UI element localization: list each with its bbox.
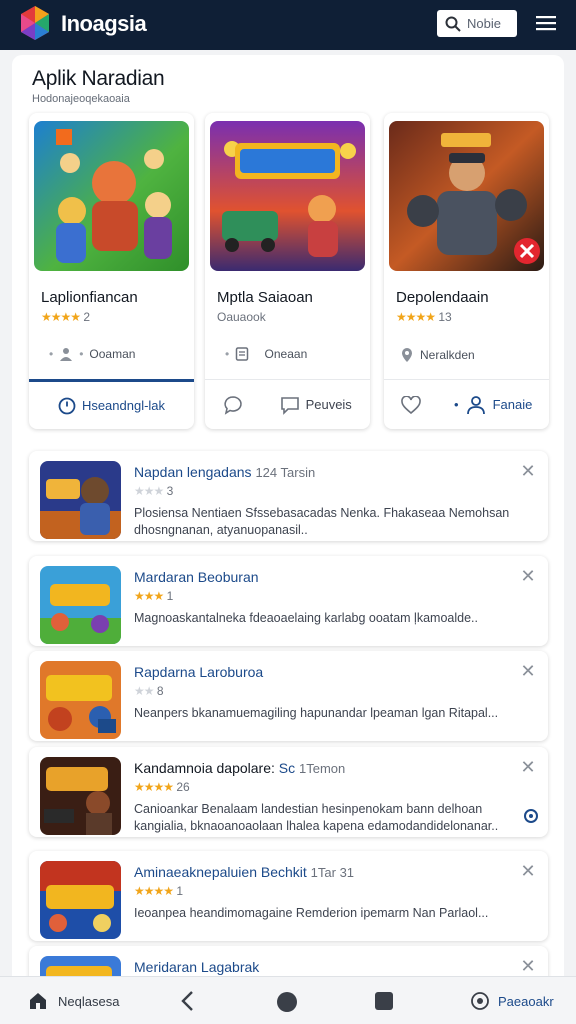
featured-card-2-artwork [210,121,365,271]
page-subtitle: Hodonajeoqekaoaia [32,93,130,105]
app-title: Inoagsia [61,11,147,36]
list-item-description: Canioankar Benalaam landestian hesinpeno… [134,802,499,833]
list-item[interactable]: Rapdarna Laroburoa ★★ 8 Neanpers bkanamu… [29,651,548,741]
star-rating-icon: ★★★★ [41,310,81,324]
list-item[interactable]: Mardaran Beoburan ★★★ 1 Magnoaskantalnek… [29,556,548,646]
list-item-title: Napdan lengadans 124 Tarsin [134,464,316,480]
featured-card-2-rating: Oauaook [217,310,266,324]
location-icon [402,348,412,362]
featured-card-1-name: Laplionfiancan [41,289,138,306]
list-item-title: Aminaeaknepaluien Bechkit 1Tar 31 [134,864,355,880]
target-icon [471,992,489,1010]
list-item-rating: ★★★★ 26 [134,780,190,794]
nav-home-label: Neqlasesa [58,993,120,1009]
featured-card-1-primary-action[interactable]: Hseandngl-lak [58,397,165,415]
list-item-rating: ★★★★ 1 [134,884,184,898]
list-item-thumbnail [40,461,121,539]
group-icon [466,395,485,414]
home-circle-icon[interactable] [277,992,297,1012]
comment-icon[interactable] [223,395,243,415]
list-item[interactable]: Kandamnoia dapolare: Sc 1Temon ★★★★ 26 C… [29,747,548,837]
featured-card-2[interactable]: Mptla Saiaoan Oauaook • Oneaan Peuveis [205,113,370,429]
featured-card-3[interactable]: Depolendaain ★★★★ 13 Neralkden • Fanaie [384,113,549,429]
page-title: Aplik Naradian [32,67,165,90]
close-icon[interactable]: ✕ [520,662,536,680]
featured-card-3-actions: • Fanaie [384,379,549,429]
list-item-rating: ★★★ 3 [134,484,174,498]
featured-card-3-rating: ★★★★ 13 [396,310,452,324]
list-item-thumbnail [40,661,121,739]
document-icon [235,347,249,361]
list-item-title: Kandamnoia dapolare: Sc 1Temon [134,760,346,776]
search-label: Nobie [467,16,501,31]
search-button[interactable]: Nobie [437,10,517,37]
list-item-description: Neanpers bkanamuemagiling hapunandar lpe… [134,706,499,720]
hamburger-menu-icon[interactable] [534,13,558,33]
list-item-description: Ieoanpea heandimomagaine Remderion ipema… [134,906,489,920]
close-icon[interactable]: ✕ [520,758,536,776]
featured-card-2-secondary-action[interactable]: Peuveis [280,395,352,415]
list-item-description: Magnoaskantalneka fdeaoaelaing karlabg o… [134,611,478,625]
unread-indicator-icon [524,809,538,823]
list-item-description: Plosiensa Nentiaen Sfssebasacadas Nenka.… [134,506,510,537]
featured-card-3-meta: Neralkden [400,347,475,363]
list-item[interactable]: Aminaeaknepaluien Bechkit 1Tar 31 ★★★★ 1… [29,851,548,941]
list-item-title: Meridaran Lagabrak [134,959,260,975]
list-item-thumbnail [40,566,121,644]
list-item-title: Mardaran Beoburan [134,569,259,585]
featured-card-1[interactable]: Laplionfiancan ★★★★ 2 • • Ooaman Hseandn… [29,113,194,429]
featured-card-1-artwork [34,121,189,271]
home-icon [30,993,46,1009]
nav-home-button[interactable]: Neqlasesa [28,991,119,1011]
star-rating-icon: ★★★★ [396,310,436,324]
list-item-thumbnail [40,861,121,939]
list-item-rating: ★★ 8 [134,684,164,698]
close-icon[interactable]: ✕ [520,462,536,480]
featured-card-1-rating: ★★★★ 2 [41,310,91,324]
close-icon[interactable]: ✕ [520,862,536,880]
featured-card-2-meta: • Oneaan [225,347,308,361]
search-icon [445,16,461,32]
chat-bubble-icon [280,396,299,415]
featured-card-2-name: Mptla Saiaoan [217,289,313,306]
featured-card-1-meta: • • Ooaman [49,347,136,361]
nav-right-button[interactable]: Paeaoakr [470,991,554,1011]
list-item[interactable]: Napdan lengadans 124 Tarsin ★★★ 3 Plosie… [29,451,548,541]
back-chevron-icon[interactable] [178,989,198,1013]
nav-right-label: Paeaoakr [498,993,554,1009]
heart-icon[interactable] [400,395,421,414]
list-item-title: Rapdarna Laroburoa [134,664,264,680]
close-icon[interactable]: ✕ [520,957,536,975]
featured-card-3-name: Depolendaain [396,289,489,306]
top-app-bar: Inoagsia Nobie [0,0,576,50]
recents-square-icon[interactable] [375,992,393,1010]
featured-card-1-actions: Hseandngl-lak [29,379,194,429]
bottom-navigation-bar: Neqlasesa Paeaoakr [0,976,576,1024]
clock-icon [58,397,76,414]
featured-card-3-artwork [389,121,544,271]
featured-card-3-secondary-action[interactable]: • Fanaie [454,395,532,415]
list-item-rating: ★★★ 1 [134,589,174,603]
featured-card-2-actions: Peuveis [205,379,370,429]
close-icon[interactable]: ✕ [520,567,536,585]
app-logo-icon[interactable] [18,4,52,42]
list-item-thumbnail [40,757,121,835]
person-icon [60,348,73,361]
